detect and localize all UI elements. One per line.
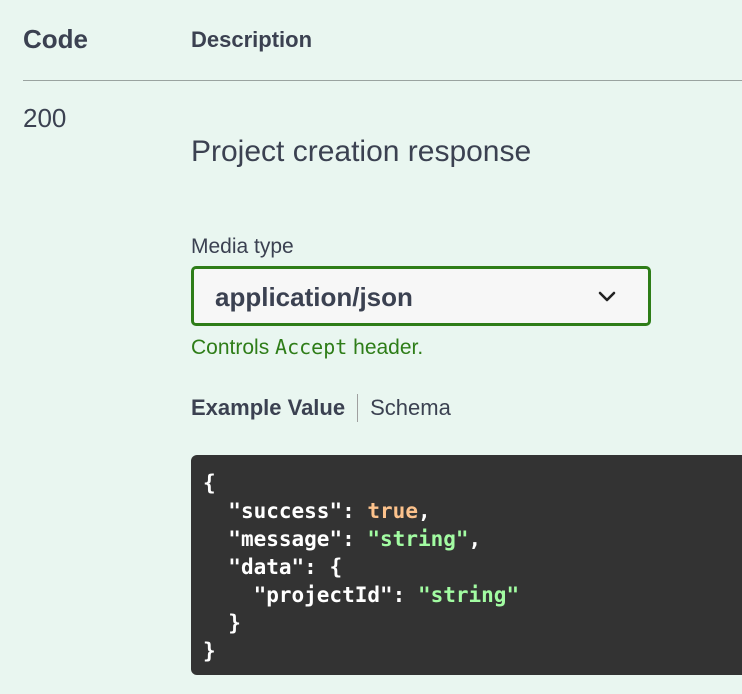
json-open-brace: { bbox=[203, 471, 216, 495]
chevron-down-icon bbox=[598, 291, 616, 302]
controls-accept-note: Controls Accept header. bbox=[191, 335, 423, 360]
media-type-select[interactable]: application/json bbox=[191, 266, 651, 326]
response-code: 200 bbox=[23, 103, 67, 133]
media-type-label: Media type bbox=[191, 235, 294, 258]
json-key-message: "message" bbox=[228, 527, 343, 551]
controls-suffix: header. bbox=[353, 336, 424, 359]
code-column-header: Code bbox=[23, 24, 88, 54]
json-close-brace: } bbox=[203, 639, 216, 663]
json-value-project-id: "string" bbox=[417, 583, 520, 607]
json-inner-close-brace: } bbox=[228, 611, 241, 635]
json-value-message: "string" bbox=[367, 527, 469, 551]
json-value-success: true bbox=[367, 499, 418, 523]
response-description: Project creation response bbox=[191, 135, 532, 168]
example-value-code-block[interactable]: { "success": true, "message": "string", … bbox=[191, 455, 742, 675]
controls-prefix: Controls bbox=[191, 336, 270, 359]
header-divider bbox=[23, 80, 742, 81]
example-tabs: Example Value Schema bbox=[191, 394, 451, 422]
tab-schema[interactable]: Schema bbox=[370, 395, 451, 421]
accept-code: Accept bbox=[275, 335, 348, 359]
description-column-header: Description bbox=[191, 27, 313, 52]
tab-example-value[interactable]: Example Value bbox=[191, 395, 345, 421]
json-key-success: "success" bbox=[228, 499, 343, 523]
json-key-data: "data" bbox=[228, 555, 305, 579]
tab-divider bbox=[357, 394, 359, 422]
media-type-value: application/json bbox=[215, 282, 413, 312]
json-key-project-id: "projectId" bbox=[253, 583, 393, 607]
